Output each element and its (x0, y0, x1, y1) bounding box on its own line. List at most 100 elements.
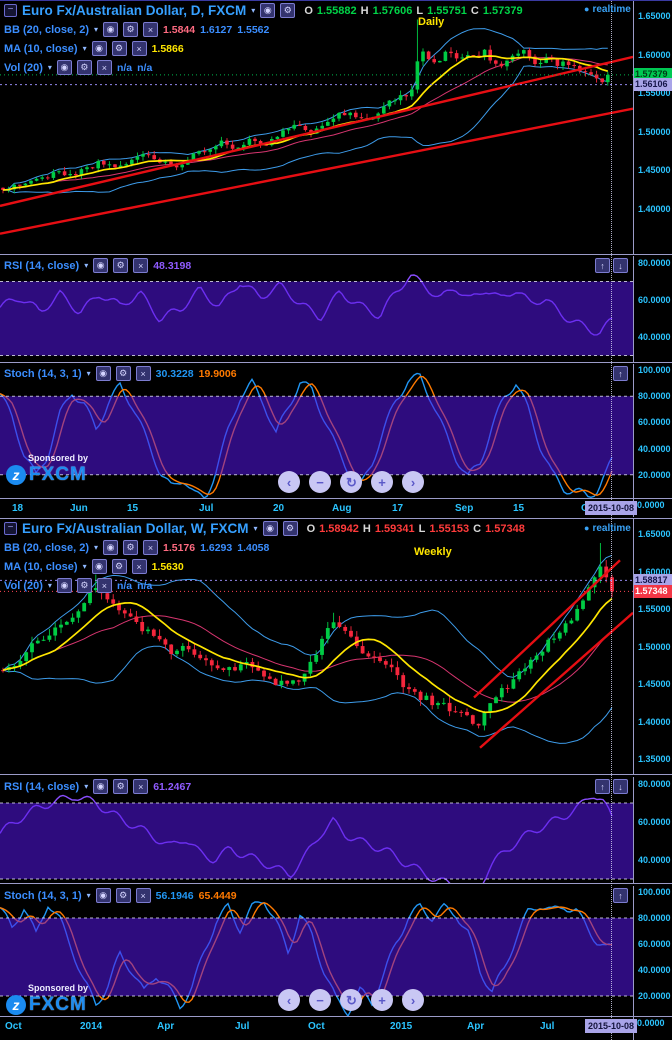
close-icon[interactable]: × (133, 258, 149, 273)
daily-price-pane[interactable]: 1.65000 1.60000 1.55000 1.50000 1.45000 1.400… (0, 1, 672, 255)
close-icon[interactable]: × (131, 559, 147, 574)
gear-icon[interactable]: ⚙ (115, 888, 131, 903)
close-value: 1.57348 (485, 522, 525, 535)
gear-icon[interactable]: ⚙ (113, 779, 129, 794)
move-pane-up-button[interactable]: ↑ (595, 779, 610, 794)
chart-title[interactable]: Euro Fx/Australian Dollar, D, FXCM (22, 3, 246, 18)
close-icon[interactable]: × (143, 22, 158, 37)
chevron-down-icon[interactable]: ▾ (83, 562, 87, 571)
close-icon[interactable]: × (143, 540, 158, 555)
rsi-legend-label[interactable]: RSI (14, close) (4, 781, 79, 793)
eye-icon[interactable]: ◉ (95, 888, 111, 903)
zoom-out-button[interactable]: − (309, 989, 331, 1011)
eye-icon[interactable]: ◉ (56, 578, 72, 593)
gear-icon[interactable]: ⚙ (76, 60, 92, 75)
collapse-icon[interactable]: − (4, 4, 17, 17)
chevron-down-icon[interactable]: ▾ (48, 63, 52, 72)
stoch-legend-label[interactable]: Stoch (14, 3, 1) (4, 368, 82, 380)
weekly-rsi-pane[interactable]: 80.0000 60.0000 40.0000 ↑ ↓ RSI (14, close… (0, 777, 672, 884)
eye-icon[interactable]: ◉ (262, 521, 278, 536)
chevron-down-icon[interactable]: ▾ (84, 782, 88, 791)
weekly-time-axis[interactable]: Oct 2014 Apr Jul Oct 2015 Apr Jul 2015-10-08 0.00… (0, 1017, 672, 1040)
rsi-legend-label[interactable]: RSI (14, close) (4, 260, 79, 272)
vol-legend-label[interactable]: Vol (20) (4, 62, 43, 74)
eye-icon[interactable]: ◉ (93, 779, 109, 794)
weekly-price-pane[interactable]: 1.65000 1.60000 1.55000 1.50000 1.45000 1.400… (0, 519, 672, 775)
gear-icon[interactable]: ⚙ (280, 3, 296, 18)
chevron-down-icon[interactable]: ▾ (254, 524, 258, 533)
move-pane-up-button[interactable]: ↑ (613, 888, 628, 903)
weekly-rsi-axis[interactable]: 80.0000 60.0000 40.0000 (633, 777, 672, 883)
daily-price-axis[interactable]: 1.65000 1.60000 1.55000 1.50000 1.45000 1.400… (633, 1, 672, 254)
chevron-down-icon[interactable]: ▾ (94, 543, 98, 552)
ma-legend-label[interactable]: MA (10, close) (4, 43, 78, 55)
axis-tick: 1.65000 (638, 529, 671, 539)
eye-icon[interactable]: ◉ (91, 41, 107, 56)
gear-icon[interactable]: ⚙ (111, 559, 127, 574)
pan-right-button[interactable]: › (402, 471, 424, 493)
daily-stoch-axis[interactable]: 100.000 80.0000 60.0000 40.0000 20.0000 (633, 364, 672, 498)
gear-icon[interactable]: ⚙ (76, 578, 92, 593)
stoch-legend-label[interactable]: Stoch (14, 3, 1) (4, 890, 82, 902)
move-pane-up-button[interactable]: ↑ (613, 366, 628, 381)
vol-legend-label[interactable]: Vol (20) (4, 580, 43, 592)
move-pane-down-button[interactable]: ↓ (613, 258, 628, 273)
close-icon[interactable]: × (131, 41, 147, 56)
weekly-price-canvas[interactable] (0, 519, 633, 774)
eye-icon[interactable]: ◉ (103, 540, 118, 555)
ma-legend-label[interactable]: MA (10, close) (4, 561, 78, 573)
move-pane-up-button[interactable]: ↑ (595, 258, 610, 273)
eye-icon[interactable]: ◉ (95, 366, 111, 381)
pan-left-button[interactable]: ‹ (278, 989, 300, 1011)
weekly-price-axis[interactable]: 1.65000 1.60000 1.55000 1.50000 1.45000 1.400… (633, 519, 672, 774)
gear-icon[interactable]: ⚙ (123, 22, 138, 37)
move-pane-down-button[interactable]: ↓ (613, 779, 628, 794)
collapse-icon[interactable]: − (4, 522, 17, 535)
zoom-in-button[interactable]: + (371, 989, 393, 1011)
close-icon[interactable]: × (133, 779, 149, 794)
close-icon[interactable]: × (135, 366, 151, 381)
daily-rsi-pane[interactable]: 80.0000 60.0000 40.0000 ↑ ↓ RSI (14, close… (0, 256, 672, 363)
bb-upper-value: 1.6293 (200, 541, 233, 554)
eye-icon[interactable]: ◉ (91, 559, 107, 574)
chevron-down-icon[interactable]: ▾ (48, 581, 52, 590)
chevron-down-icon[interactable]: ▾ (83, 44, 87, 53)
daily-price-canvas[interactable] (0, 1, 633, 254)
axis-tick: 20.0000 (638, 469, 671, 480)
chevron-down-icon[interactable]: ▾ (84, 261, 88, 270)
chevron-down-icon[interactable]: ▾ (87, 369, 91, 378)
pan-right-button[interactable]: › (402, 989, 424, 1011)
eye-icon[interactable]: ◉ (260, 3, 276, 18)
gear-icon[interactable]: ⚙ (282, 521, 298, 536)
zoom-out-button[interactable]: − (309, 471, 331, 493)
reset-view-button[interactable]: ↻ (340, 989, 362, 1011)
eye-icon[interactable]: ◉ (103, 22, 118, 37)
fxcm-logo-icon: z (6, 995, 26, 1015)
daily-rsi-axis[interactable]: 80.0000 60.0000 40.0000 (633, 256, 672, 362)
zoom-in-button[interactable]: + (371, 471, 393, 493)
sponsor-logo[interactable]: Sponsored by z FXCM (6, 453, 88, 486)
reset-view-button[interactable]: ↻ (340, 471, 362, 493)
pan-left-button[interactable]: ‹ (278, 471, 300, 493)
weekly-stoch-axis[interactable]: 100.000 80.0000 60.0000 40.0000 20.0000 (633, 886, 672, 1016)
gear-icon[interactable]: ⚙ (123, 540, 138, 555)
chevron-down-icon[interactable]: ▾ (251, 6, 255, 15)
time-axis-tick: 2014 (80, 1021, 103, 1032)
chart-title[interactable]: Euro Fx/Australian Dollar, W, FXCM (22, 521, 249, 536)
gear-icon[interactable]: ⚙ (115, 366, 131, 381)
sponsor-logo[interactable]: Sponsored by z FXCM (6, 983, 88, 1016)
bb-legend-label[interactable]: BB (20, close, 2) (4, 24, 89, 36)
chevron-down-icon[interactable]: ▾ (87, 891, 91, 900)
axis-tick: 1.40000 (638, 716, 671, 727)
close-icon[interactable]: × (135, 888, 151, 903)
daily-time-axis[interactable]: 18Jun15Jul20Aug17Sep15Oct2015-10-080.000… (0, 499, 672, 517)
gear-icon[interactable]: ⚙ (113, 258, 129, 273)
chevron-down-icon[interactable]: ▾ (94, 25, 98, 34)
eye-icon[interactable]: ◉ (93, 258, 109, 273)
axis-tick: 80.0000 (638, 257, 671, 268)
close-icon[interactable]: × (96, 60, 112, 75)
gear-icon[interactable]: ⚙ (111, 41, 127, 56)
eye-icon[interactable]: ◉ (56, 60, 72, 75)
close-icon[interactable]: × (96, 578, 112, 593)
bb-legend-label[interactable]: BB (20, close, 2) (4, 542, 89, 554)
